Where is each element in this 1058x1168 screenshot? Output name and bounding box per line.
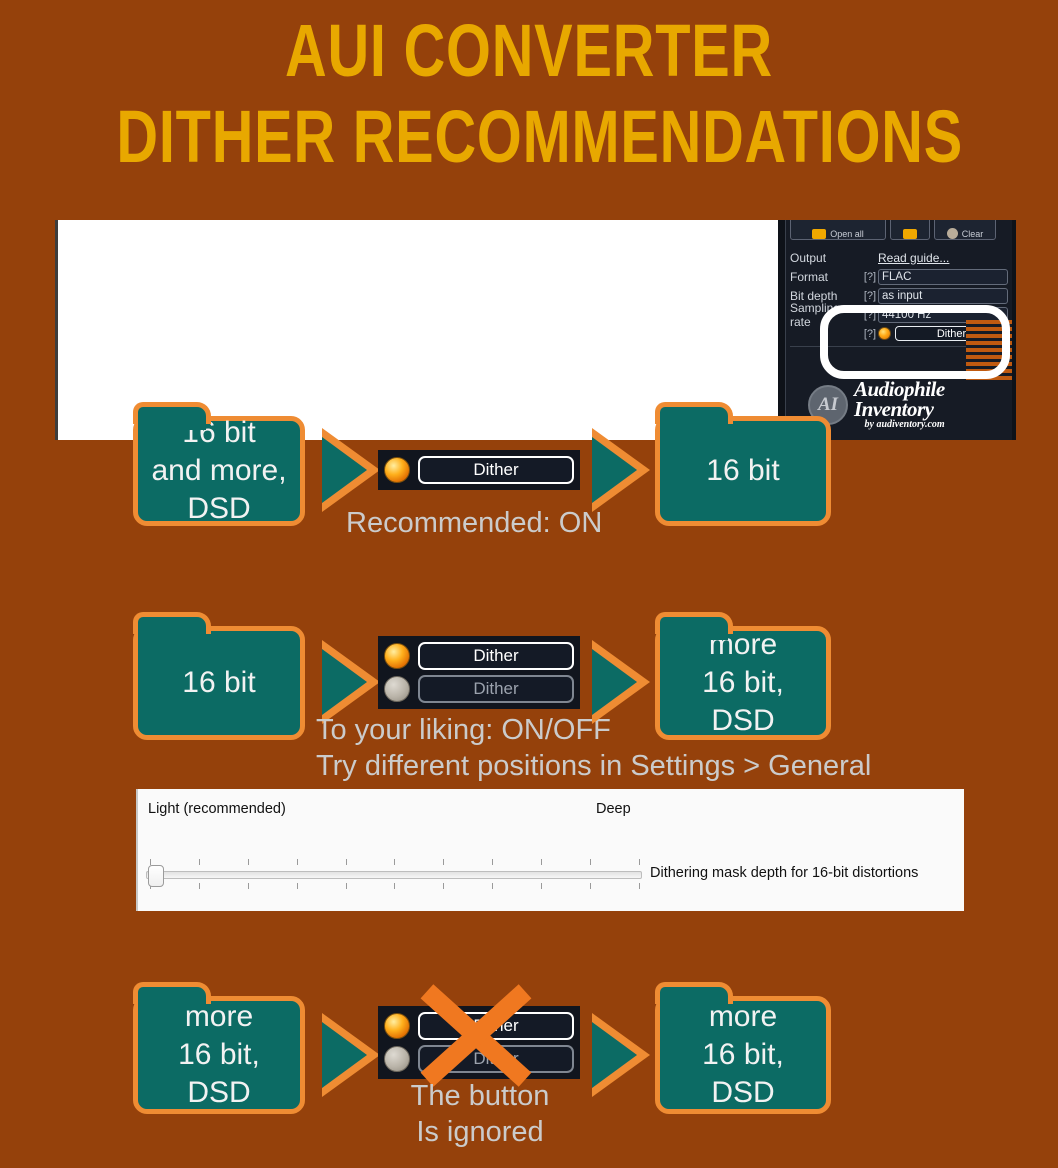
clear-button[interactable]: Clear: [934, 220, 996, 240]
help-icon[interactable]: [?]: [862, 309, 878, 321]
help-icon[interactable]: [?]: [862, 328, 878, 340]
help-icon[interactable]: [?]: [862, 290, 878, 302]
title-line-2: DITHER RECOMMENDATIONS: [116, 95, 963, 178]
row3-dither-widget: Dither Dither: [378, 1006, 580, 1079]
row2-caption-1: To your liking: ON/OFF: [316, 714, 611, 746]
dither-row-on[interactable]: Dither: [384, 642, 574, 670]
folder-tab: [655, 402, 733, 430]
audiophile-inventory-logo: AI Audiophile Inventory by audiventory.c…: [808, 374, 1008, 436]
window-left-edge: [778, 220, 786, 440]
logo-line-1: Audiophile: [854, 376, 945, 401]
dither-row-off[interactable]: Dither: [384, 675, 574, 703]
format-label: Format: [790, 269, 829, 284]
output-section-row: Output Read guide...: [790, 248, 1008, 267]
row2-caption-2: Try different positions in Settings > Ge…: [316, 750, 872, 782]
folder-tab: [655, 612, 733, 640]
led-indicator-icon: [878, 327, 891, 340]
logo-text: Audiophile Inventory by audiventory.com: [854, 376, 945, 431]
logo-line-3: by audiventory.com: [864, 418, 945, 430]
folder-tab: [133, 612, 211, 640]
open-all-button[interactable]: Open all: [790, 220, 886, 240]
logo-line-2: Inventory: [854, 396, 934, 421]
sampling-rate-label: Sampling rate: [790, 300, 841, 329]
dither-button-on[interactable]: Dither: [418, 642, 574, 670]
row1-output-card: 16 bit: [655, 402, 831, 526]
slider-description-label: Dithering mask depth for 16-bit distorti…: [650, 865, 919, 881]
row1-caption: Recommended: ON: [346, 507, 603, 539]
row3-output-label: more 16 bit, DSD: [702, 1000, 784, 1109]
dither-row-off[interactable]: Dither: [384, 1045, 574, 1073]
led-on-icon: [384, 1013, 410, 1039]
row1-output-label: 16 bit: [706, 454, 780, 487]
window-right-edge: [1012, 220, 1016, 440]
row2-input-label: 16 bit: [182, 666, 256, 699]
format-select[interactable]: FLAC: [878, 268, 1008, 285]
led-off-icon: [384, 1046, 410, 1072]
slider-ticks-top: [150, 859, 640, 865]
page-title: AUI CONVERTER DITHER RECOMMENDATIONS: [0, 8, 1058, 180]
row3-output-card: more 16 bit, DSD: [655, 982, 831, 1114]
row3-input-label: more 16 bit, DSD: [178, 1000, 260, 1109]
circle-icon: [946, 228, 958, 239]
folder-icon: [903, 229, 917, 239]
open-file-button[interactable]: [890, 220, 930, 240]
app-toolbar: Open all Clear: [790, 220, 1008, 242]
format-row: Format [?] FLAC: [790, 267, 1008, 286]
dither-button-on[interactable]: Dither: [418, 1012, 574, 1040]
dither-button-off[interactable]: Dither: [418, 1045, 574, 1073]
row1-dither-widget: Dither: [378, 450, 580, 490]
dither-row-on[interactable]: Dither: [384, 1012, 574, 1040]
row2-output-card: more 16 bit, DSD: [655, 612, 831, 740]
dither-row[interactable]: Dither: [384, 456, 574, 484]
help-icon[interactable]: [?]: [862, 271, 878, 283]
slider-track[interactable]: [146, 871, 642, 879]
output-label: Output: [790, 250, 827, 265]
row1-input-card: 16 bit and more, DSD: [133, 402, 305, 526]
folder-tab: [655, 982, 733, 1010]
folder-icon: [812, 229, 827, 239]
row2-input-card: 16 bit: [133, 612, 305, 740]
row2-dither-widget: Dither Dither: [378, 636, 580, 709]
slider-right-label: Deep: [596, 801, 631, 817]
read-guide-link[interactable]: Read guide...: [878, 251, 949, 265]
slider-handle[interactable]: [148, 865, 164, 887]
row3-caption: The button Is ignored: [410, 1080, 550, 1148]
dither-button[interactable]: Dither: [418, 456, 574, 484]
row2-output-label: more 16 bit, DSD: [702, 628, 784, 737]
led-on-icon: [384, 457, 410, 483]
aui-converter-window: Open all Clear Output Read guide... Form…: [778, 220, 1016, 440]
slider-left-label: Light (recommended): [148, 801, 286, 817]
row3-input-card: more 16 bit, DSD: [133, 982, 305, 1114]
folder-tab: [133, 982, 211, 1010]
row1-input-label: 16 bit and more, DSD: [151, 416, 287, 525]
bit-depth-select[interactable]: as input: [878, 287, 1008, 304]
slider-control[interactable]: [146, 857, 642, 891]
open-all-label: Open all: [830, 229, 864, 239]
title-line-1: AUI CONVERTER: [285, 9, 773, 92]
folder-tab: [133, 402, 211, 430]
dither-depth-slider-panel: Light (recommended) Deep Dithering mask …: [136, 789, 964, 911]
clear-label: Clear: [961, 229, 984, 239]
led-off-icon: [384, 676, 410, 702]
led-on-icon: [384, 643, 410, 669]
waveform-stripes: [966, 320, 1012, 382]
slider-ticks-bottom: [150, 883, 640, 889]
dither-button-off[interactable]: Dither: [418, 675, 574, 703]
